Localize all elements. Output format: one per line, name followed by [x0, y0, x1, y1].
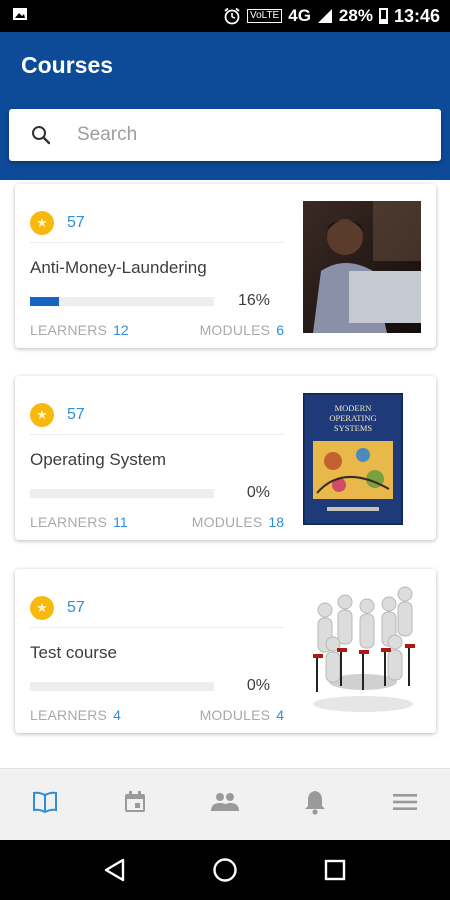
modules-count: 6: [276, 322, 284, 338]
book-icon: [32, 791, 58, 818]
progress-fill: [30, 297, 60, 306]
battery-icon: [378, 8, 388, 24]
learners-label: LEARNERS: [30, 707, 108, 723]
course-info: ★ 57 Operating System 0% LEARNERS 11 MODU…: [30, 376, 284, 540]
points-value: 57: [67, 214, 85, 231]
learners-label: LEARNERS: [30, 322, 108, 338]
back-button[interactable]: [90, 845, 140, 895]
modules-count: 18: [268, 514, 284, 530]
search-bar[interactable]: [9, 109, 441, 161]
points-value: 57: [67, 599, 85, 616]
points-row: ★ 57: [30, 211, 85, 235]
app-bar: Courses: [0, 32, 450, 180]
learners-stat: LEARNERS 12: [30, 322, 129, 338]
course-title: Test course: [30, 643, 117, 662]
divider: [30, 627, 284, 628]
home-button[interactable]: [200, 845, 250, 895]
modules-stat: MODULES 6: [200, 322, 284, 338]
svg-text:SYSTEMS: SYSTEMS: [334, 423, 373, 433]
svg-text:OPERATING: OPERATING: [329, 413, 376, 423]
course-thumbnail: [303, 201, 421, 333]
back-icon: [104, 858, 125, 882]
nav-calendar[interactable]: [105, 775, 165, 835]
modules-label: MODULES: [199, 707, 271, 723]
calendar-icon: [123, 790, 147, 819]
progress-bar: [30, 682, 214, 691]
modules-stat: MODULES 4: [200, 707, 284, 723]
modules-label: MODULES: [191, 514, 263, 530]
divider: [30, 434, 284, 435]
course-title: Anti-Money-Laundering: [30, 258, 207, 277]
course-thumbnail: [303, 586, 421, 718]
course-thumbnail: MODERN OPERATING SYSTEMS: [303, 393, 403, 525]
nav-notifications[interactable]: [285, 775, 345, 835]
progress-bar: [30, 489, 214, 498]
course-title: Operating System: [30, 450, 167, 469]
volte-indicator: VoLTE: [246, 9, 283, 23]
progress-percent: 16%: [237, 292, 270, 309]
bell-icon: [304, 789, 326, 820]
bottom-navigation: [0, 768, 450, 840]
home-icon: [213, 858, 237, 882]
stats-row: LEARNERS 11 MODULES 18: [30, 514, 284, 530]
recents-icon: [324, 859, 346, 881]
learners-count: 12: [113, 322, 129, 338]
learners-label: LEARNERS: [30, 514, 108, 530]
course-card[interactable]: ★ 57 Test course 0% LEARNERS 4 MODULES 4: [15, 569, 436, 733]
progress-percent: 0%: [246, 484, 270, 501]
star-icon: ★: [30, 596, 54, 620]
star-icon: ★: [30, 403, 54, 427]
search-icon: [9, 125, 73, 145]
nav-people[interactable]: [195, 775, 255, 835]
stats-row: LEARNERS 4 MODULES 4: [30, 707, 284, 723]
stats-row: LEARNERS 12 MODULES 6: [30, 322, 284, 338]
points-row: ★ 57: [30, 596, 85, 620]
points-row: ★ 57: [30, 403, 85, 427]
signal-icon: [317, 8, 333, 24]
svg-text:MODERN: MODERN: [335, 403, 372, 413]
star-icon: ★: [30, 211, 54, 235]
system-navigation-bar: [0, 840, 450, 900]
alarm-icon: [223, 7, 241, 25]
people-icon: [211, 792, 239, 817]
search-input[interactable]: [77, 124, 417, 146]
progress-bar: [30, 297, 214, 306]
learners-stat: LEARNERS 4: [30, 707, 121, 723]
progress-percent: 0%: [246, 677, 270, 694]
clock: 13:46: [393, 5, 440, 26]
modules-stat: MODULES 18: [192, 514, 284, 530]
page-title: Courses: [21, 52, 114, 78]
battery-percent: 28%: [338, 6, 373, 25]
modules-label: MODULES: [199, 322, 271, 338]
course-info: ★ 57 Anti-Money-Laundering 16% LEARNERS 1…: [30, 184, 284, 348]
menu-icon: [393, 793, 417, 816]
nav-menu[interactable]: [375, 775, 435, 835]
image-notification-icon: [12, 6, 28, 27]
learners-count: 4: [113, 707, 121, 723]
course-card[interactable]: ★ 57 Anti-Money-Laundering 16% LEARNERS 1…: [15, 184, 436, 348]
learners-stat: LEARNERS 11: [30, 514, 128, 530]
course-info: ★ 57 Test course 0% LEARNERS 4 MODULES 4: [30, 569, 284, 733]
course-card[interactable]: ★ 57 Operating System 0% LEARNERS 11 MODU…: [15, 376, 436, 540]
nav-courses[interactable]: [15, 775, 75, 835]
course-list[interactable]: ★ 57 Anti-Money-Laundering 16% LEARNERS 1…: [0, 180, 450, 768]
modules-count: 4: [276, 707, 284, 723]
recents-button[interactable]: [310, 845, 360, 895]
status-bar: VoLTE 4G 28% 13:46: [0, 0, 450, 32]
divider: [30, 242, 284, 243]
network-type: 4G: [288, 6, 311, 25]
points-value: 57: [67, 406, 85, 423]
learners-count: 11: [113, 514, 128, 530]
